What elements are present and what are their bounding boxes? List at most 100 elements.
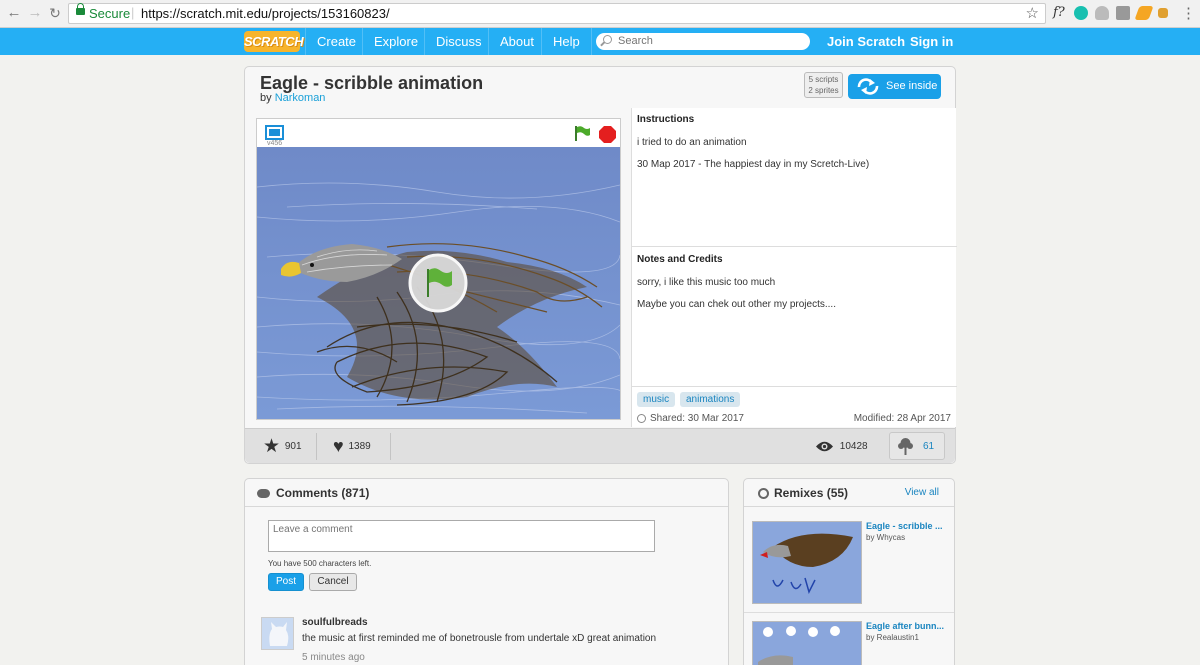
- tag-animations[interactable]: animations: [680, 392, 741, 407]
- forward-arrow-icon[interactable]: →: [27, 5, 43, 21]
- loves-count: 1389: [348, 441, 371, 453]
- search-icon: [603, 35, 612, 44]
- cat-avatar-icon: [262, 618, 293, 649]
- function-extension-icon[interactable]: f?: [1053, 5, 1065, 20]
- remix-thumbnail-2[interactable]: [752, 621, 862, 665]
- remix-tree-icon: [898, 438, 913, 455]
- remix-arrows-icon: [857, 78, 879, 95]
- nav-create[interactable]: Create: [305, 28, 367, 55]
- eagle-scribble-image: [257, 147, 620, 419]
- grammarly-extension-icon[interactable]: [1074, 6, 1088, 20]
- remix-author-2[interactable]: by Realaustin1: [866, 633, 919, 642]
- join-scratch-link[interactable]: Join Scratch: [827, 28, 905, 55]
- commenter-avatar[interactable]: [261, 617, 294, 650]
- remix-tree-button[interactable]: 61: [889, 432, 945, 460]
- nav-discuss[interactable]: Discuss: [424, 28, 493, 55]
- address-bar[interactable]: Secure | https://scratch.mit.edu/project…: [68, 3, 1046, 24]
- remix-divider: [744, 612, 954, 613]
- post-button[interactable]: Post: [268, 573, 304, 591]
- project-action-bar: ★ 901 ♥ 1389 10428 61: [245, 428, 955, 463]
- tags-divider: [632, 386, 957, 387]
- remixes-header: Remixes (55) View all: [744, 479, 954, 507]
- remix-title-1[interactable]: Eagle - scribble ...: [866, 521, 943, 531]
- search-input[interactable]: [618, 34, 798, 48]
- instructions-heading: Instructions: [637, 114, 695, 125]
- remixes-heading: Remixes (55): [774, 486, 849, 500]
- scripts-count: 5 scripts: [808, 75, 839, 84]
- menu-dots-icon[interactable]: ⋮: [1181, 4, 1196, 22]
- instructions-line-1: i tried to do an animation: [637, 137, 747, 148]
- love-button[interactable]: ♥ 1389: [333, 429, 371, 464]
- remixes-panel: Remixes (55) View all Eagle - scribble .…: [743, 478, 955, 665]
- action-separator: [316, 433, 317, 460]
- sign-in-link[interactable]: Sign in: [910, 28, 953, 55]
- instructions-line-2: 30 Map 2017 - The happiest day in my Scr…: [637, 159, 870, 170]
- pencil-extension-icon[interactable]: [1134, 6, 1154, 20]
- url-text[interactable]: https://scratch.mit.edu/projects/1531608…: [141, 6, 390, 21]
- see-inside-button[interactable]: See inside: [848, 74, 941, 99]
- reload-icon[interactable]: ↻: [47, 5, 63, 21]
- comment-textarea[interactable]: [268, 520, 655, 552]
- remix-thumbnail-image: [753, 622, 861, 665]
- comments-header: Comments (871): [245, 479, 728, 507]
- cancel-button[interactable]: Cancel: [309, 573, 357, 591]
- by-label: by: [260, 92, 272, 104]
- project-title: Eagle - scribble animation: [260, 73, 484, 93]
- lock-icon: [76, 3, 85, 15]
- secure-label: Secure: [89, 6, 131, 21]
- author-link[interactable]: Narkoman: [275, 92, 326, 104]
- view-all-link[interactable]: View all: [905, 479, 939, 507]
- action-separator: [390, 433, 391, 460]
- project-panel: Eagle - scribble animation by Narkoman 5…: [244, 66, 957, 464]
- remix-author-1[interactable]: by Whycas: [866, 533, 905, 542]
- comment-username[interactable]: soulfulbreads: [302, 617, 368, 628]
- fullscreen-icon[interactable]: [265, 125, 284, 140]
- tag-music[interactable]: music: [637, 392, 676, 407]
- stop-sign-icon[interactable]: [599, 126, 616, 143]
- project-stage[interactable]: [257, 147, 620, 419]
- project-stats-badge: 5 scripts 2 sprites: [804, 72, 843, 98]
- bookmark-star-icon[interactable]: ☆: [1026, 4, 1039, 22]
- views-indicator: 10428: [815, 429, 868, 464]
- play-overlay[interactable]: [408, 253, 468, 313]
- comment-text: the music at first reminded me of bonetr…: [302, 633, 657, 644]
- notes-heading: Notes and Credits: [637, 254, 723, 265]
- nav-explore[interactable]: Explore: [362, 28, 429, 55]
- url-separator: |: [131, 5, 135, 20]
- player-version: v456: [267, 140, 283, 147]
- shared-icon: [637, 414, 646, 423]
- chars-left-text: You have 500 characters left.: [268, 559, 372, 568]
- remix-spiral-icon: [758, 488, 769, 500]
- remix-title-2[interactable]: Eagle after bunn...: [866, 621, 944, 631]
- site-navbar: SCRATCH Create Explore Discuss About Hel…: [0, 28, 1200, 55]
- project-player: v456: [256, 118, 621, 420]
- nav-help[interactable]: Help: [541, 28, 592, 55]
- key-extension-icon[interactable]: [1158, 8, 1168, 18]
- scratch-logo[interactable]: SCRATCH: [244, 31, 304, 52]
- favorite-button[interactable]: ★ 901: [263, 429, 302, 464]
- browser-toolbar: ← → ↻ Secure | https://scratch.mit.edu/p…: [0, 0, 1200, 28]
- notes-line-2: Maybe you can chek out other my projects…: [637, 299, 836, 310]
- comments-panel: Comments (871) You have 500 characters l…: [244, 478, 729, 665]
- comments-heading: Comments (871): [276, 486, 370, 500]
- back-arrow-icon[interactable]: ←: [6, 5, 22, 21]
- speech-bubble-icon: [257, 489, 270, 499]
- remix-thumbnail-image: [753, 522, 861, 603]
- search-box[interactable]: [596, 33, 810, 50]
- heart-icon: ♥: [333, 436, 344, 456]
- remix-thumbnail-1[interactable]: [752, 521, 862, 604]
- section-divider: [632, 246, 957, 247]
- views-count: 10428: [839, 441, 868, 452]
- sprites-count: 2 sprites: [808, 86, 839, 95]
- favorites-count: 901: [284, 441, 302, 453]
- star-icon: ★: [263, 436, 281, 457]
- project-info-column: Instructions i tried to do an animation …: [631, 108, 957, 427]
- modified-date: Modified: 28 Apr 2017: [853, 413, 951, 424]
- remix-count: 61: [923, 441, 935, 452]
- comment-time: 5 minutes ago: [302, 652, 365, 663]
- nav-about[interactable]: About: [488, 28, 545, 55]
- camera-extension-icon[interactable]: [1116, 6, 1130, 20]
- notes-line-1: sorry, i like this music too much: [637, 277, 776, 288]
- green-flag-icon[interactable]: [574, 125, 592, 142]
- cloud-extension-icon[interactable]: [1095, 6, 1109, 20]
